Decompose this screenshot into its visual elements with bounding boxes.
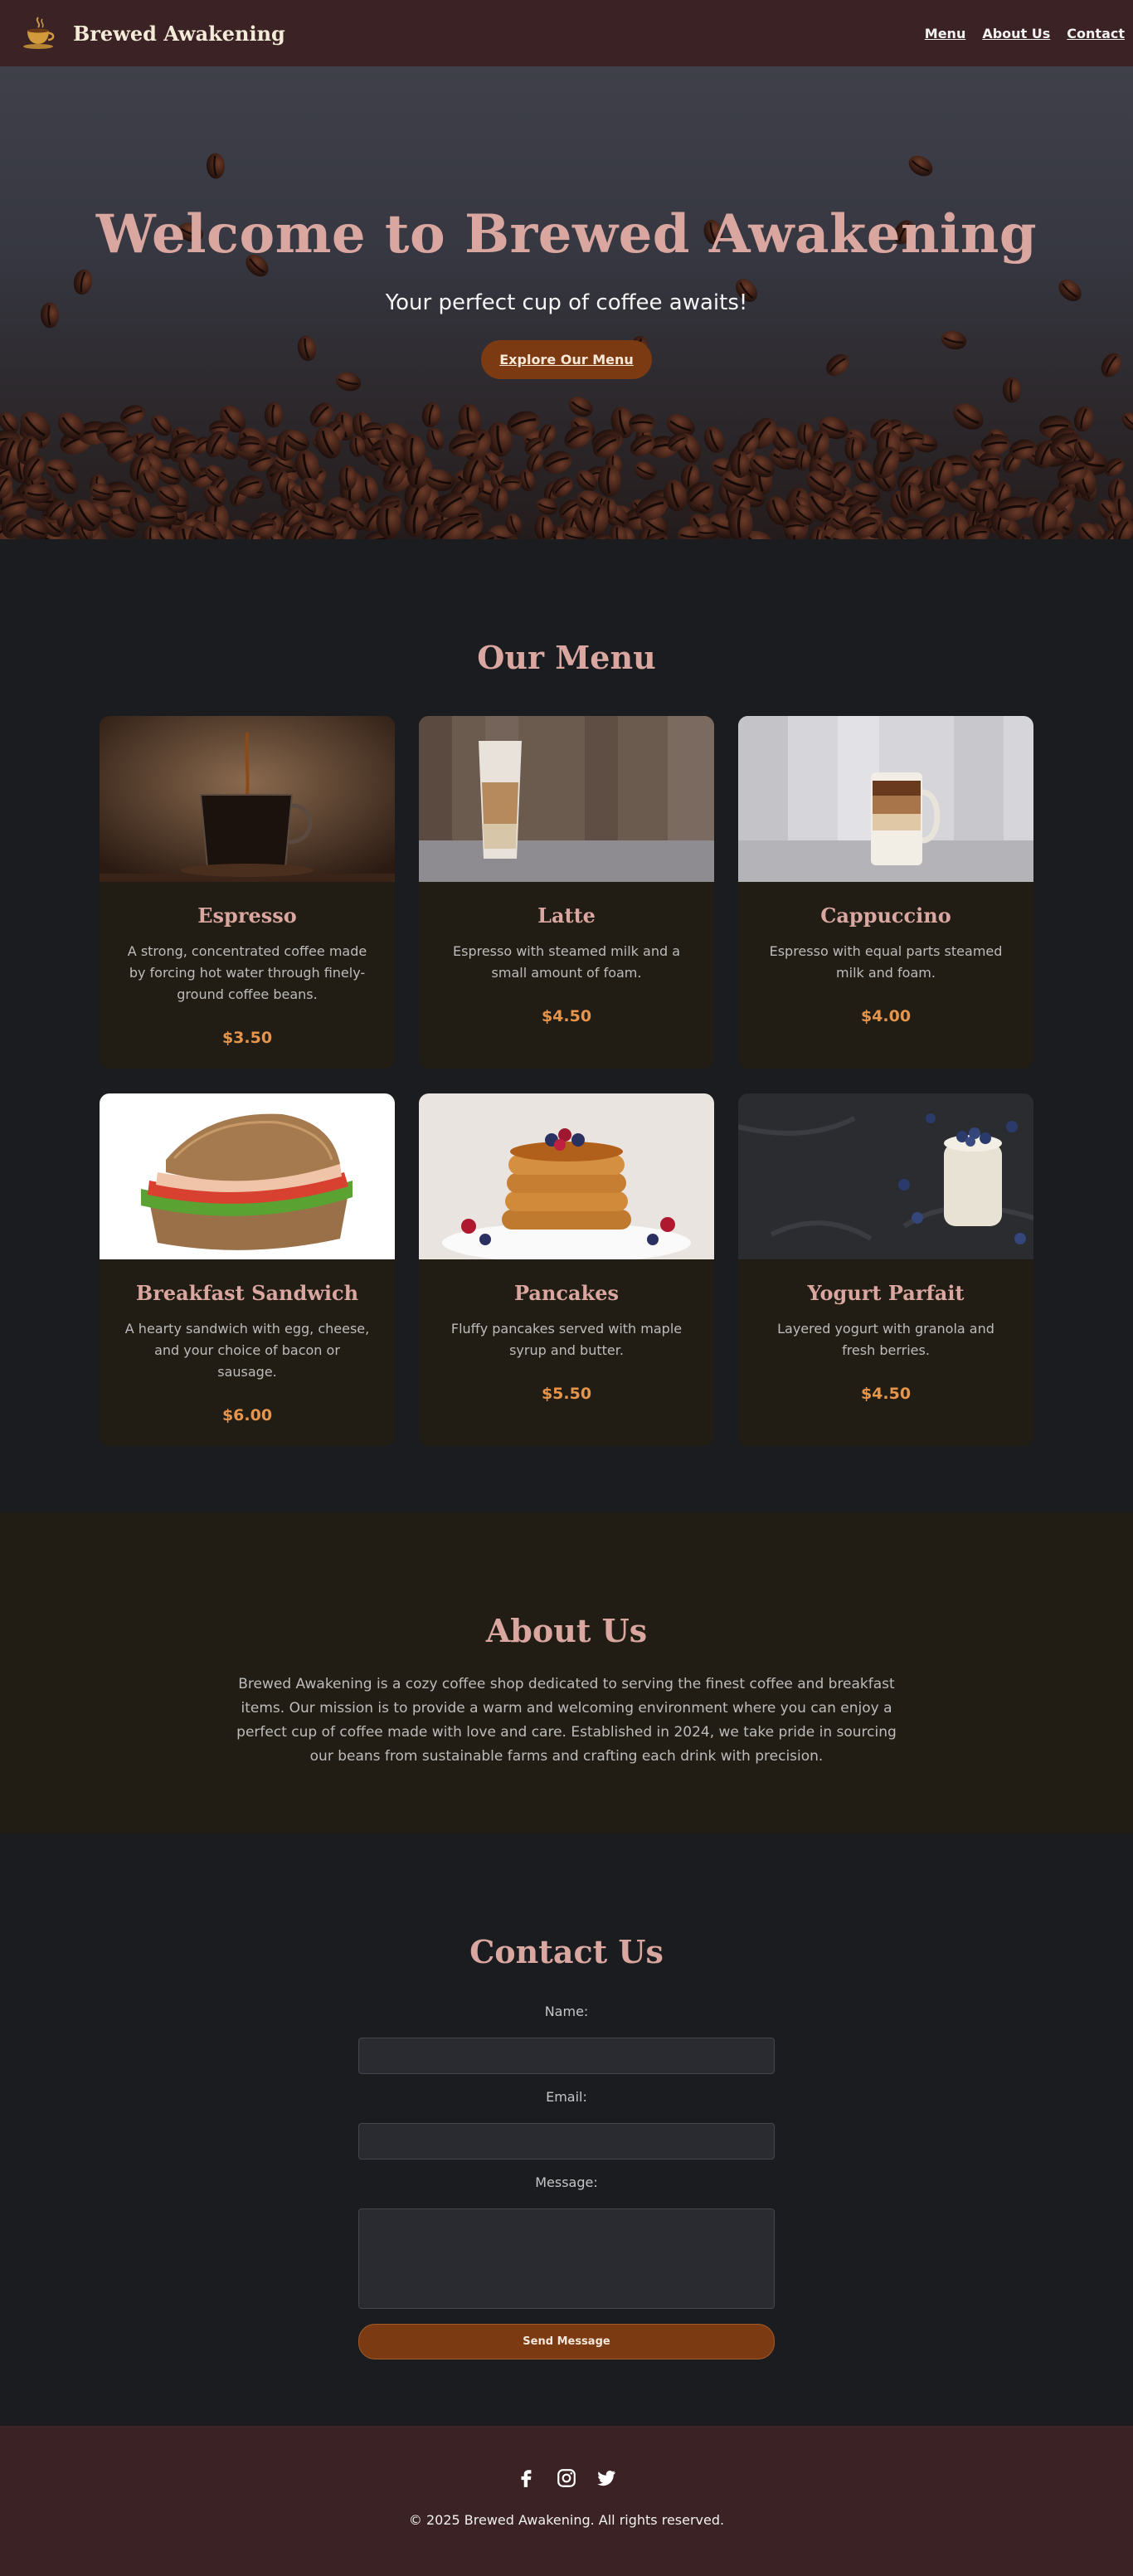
brand[interactable]: Brewed Awakening: [20, 14, 285, 52]
menu-card-cappuccino: Cappuccino Espresso with equal parts ste…: [738, 716, 1033, 1069]
menu-item-description: Layered yogurt with granola and fresh be…: [777, 1321, 994, 1358]
menu-grid: Espresso A strong, concentrated coffee m…: [100, 716, 1033, 1446]
menu-item-name: Yogurt Parfait: [807, 1281, 965, 1305]
menu-card-latte: Latte Espresso with steamed milk and a s…: [419, 716, 714, 1069]
about-title: About Us: [485, 1612, 648, 1649]
twitter-icon[interactable]: [596, 2467, 617, 2489]
message-field[interactable]: [358, 2208, 775, 2309]
menu-item-description: Fluffy pancakes served with maple syrup …: [450, 1321, 683, 1358]
instagram-icon[interactable]: [556, 2467, 577, 2489]
about-text: Brewed Awakening is a cozy coffee shop d…: [236, 1676, 897, 1765]
menu-card-espresso: Espresso A strong, concentrated coffee m…: [100, 716, 395, 1069]
nav-link-contact[interactable]: Contact: [1067, 26, 1125, 41]
menu-item-description: Espresso with steamed milk and a small a…: [453, 943, 680, 981]
site-footer: © 2025 Brewed Awakening. All rights rese…: [0, 2426, 1133, 2576]
menu-item-description: A strong, concentrated coffee made by fo…: [127, 943, 367, 1002]
send-message-button[interactable]: Send Message: [358, 2324, 775, 2359]
menu-item-name: Espresso: [197, 903, 297, 928]
social-links: [0, 2467, 1133, 2489]
menu-item-name: Pancakes: [514, 1281, 619, 1305]
latte-image: [419, 716, 714, 882]
main-nav: Menu About Us Contact: [925, 26, 1125, 41]
menu-item-name: Breakfast Sandwich: [135, 1281, 359, 1305]
menu-card-pancakes: Pancakes Fluffy pancakes served with map…: [419, 1093, 714, 1446]
menu-card-yogurt-parfait: Yogurt Parfait Layered yogurt with grano…: [738, 1093, 1033, 1446]
contact-section: Contact Us Name: Email: Message: Send Me…: [0, 1833, 1133, 2426]
nav-link-about[interactable]: About Us: [982, 26, 1050, 41]
contact-title: Contact Us: [469, 1933, 664, 1970]
menu-item-price: $5.50: [541, 1385, 592, 1403]
cappuccino-image: [738, 716, 1033, 882]
menu-item-price: $4.50: [860, 1385, 912, 1403]
contact-form: Name: Email: Message: Send Message: [358, 2004, 775, 2359]
email-label: Email:: [546, 2089, 587, 2105]
hero-title: Welcome to Brewed Awakening: [95, 203, 1038, 265]
yogurt-parfait-image: [738, 1093, 1033, 1259]
menu-item-price: $4.50: [541, 1007, 592, 1025]
menu-item-price: $4.00: [860, 1007, 912, 1025]
menu-title: Our Menu: [477, 639, 656, 676]
menu-item-name: Latte: [537, 903, 596, 928]
name-field[interactable]: [358, 2038, 775, 2074]
copyright-text: © 2025 Brewed Awakening. All rights rese…: [408, 2512, 725, 2528]
explore-menu-button[interactable]: Explore Our Menu: [481, 340, 652, 379]
facebook-icon[interactable]: [516, 2467, 537, 2489]
breakfast-sandwich-image: [100, 1093, 395, 1259]
email-field[interactable]: [358, 2123, 775, 2160]
name-label: Name:: [544, 2004, 589, 2019]
hero-subtitle: Your perfect cup of coffee awaits!: [385, 290, 748, 315]
menu-item-price: $3.50: [221, 1029, 273, 1047]
espresso-image: [100, 716, 395, 882]
message-label: Message:: [535, 2174, 598, 2190]
brand-name: Brewed Awakening: [73, 21, 285, 46]
site-header: Brewed Awakening Menu About Us Contact: [0, 0, 1133, 66]
menu-card-breakfast-sandwich: Breakfast Sandwich A hearty sandwich wit…: [100, 1093, 395, 1446]
menu-item-name: Cappuccino: [820, 903, 951, 928]
menu-item-price: $6.00: [221, 1406, 273, 1424]
nav-link-menu[interactable]: Menu: [925, 26, 966, 41]
menu-item-description: Espresso with equal parts steamed milk a…: [769, 943, 1003, 981]
menu-item-description: A hearty sandwich with egg, cheese, and …: [124, 1321, 370, 1380]
about-section: About Us Brewed Awakening is a cozy coff…: [0, 1512, 1133, 1833]
coffee-cup-logo-icon: [23, 17, 55, 49]
menu-section: Our Menu Espresso A strong, concentrated…: [0, 539, 1133, 1512]
pancakes-image: [419, 1093, 714, 1259]
hero-section: Welcome to Brewed Awakening Your perfect…: [0, 66, 1133, 539]
